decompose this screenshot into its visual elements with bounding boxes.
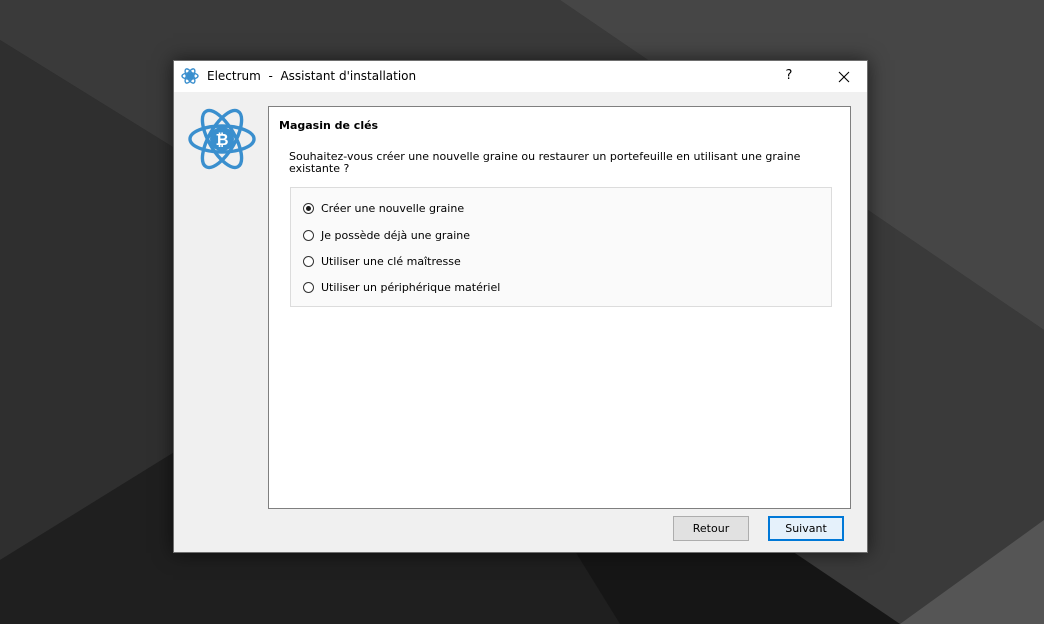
help-button[interactable]: ?	[772, 61, 806, 92]
electrum-logo-icon: ₿	[188, 108, 256, 170]
option-label: Utiliser une clé maîtresse	[321, 254, 461, 268]
back-button[interactable]: Retour	[673, 516, 749, 541]
svg-text:₿: ₿	[215, 130, 228, 149]
title-bar[interactable]: Electrum - Assistant d'installation ?	[174, 61, 867, 92]
window-title: Electrum - Assistant d'installation	[207, 69, 416, 83]
electrum-app-icon	[181, 68, 199, 84]
option-master-key[interactable]: Utiliser une clé maîtresse	[303, 252, 461, 270]
page-title: Magasin de clés	[279, 119, 379, 132]
option-label: Je possède déjà une graine	[321, 228, 470, 242]
radio-button-selected[interactable]	[303, 202, 314, 214]
wallet-creation-question: Souhaitez-vous créer une nouvelle graine…	[289, 150, 801, 175]
wizard-content-panel: Magasin de clés Souhaitez-vous créer une…	[268, 106, 851, 509]
close-button[interactable]	[821, 61, 867, 92]
option-label: Utiliser un périphérique matériel	[321, 280, 501, 294]
keystore-options-group: Créer une nouvelle graine Je possède déj…	[290, 187, 832, 307]
radio-button[interactable]	[303, 229, 314, 241]
option-existing-seed[interactable]: Je possède déjà une graine	[303, 226, 470, 244]
radio-button[interactable]	[303, 255, 314, 267]
window-app-name: Electrum	[207, 69, 261, 83]
window-subtitle: Assistant d'installation	[280, 69, 417, 83]
close-icon	[838, 71, 850, 83]
setup-wizard-dialog: Electrum - Assistant d'installation ? ₿ …	[173, 60, 868, 553]
next-button[interactable]: Suivant	[768, 516, 844, 541]
option-label: Créer une nouvelle graine	[321, 201, 465, 215]
radio-button[interactable]	[303, 281, 314, 293]
option-hardware-device[interactable]: Utiliser un périphérique matériel	[303, 278, 500, 296]
option-create-new-seed[interactable]: Créer une nouvelle graine	[303, 199, 464, 217]
window-title-separator: -	[268, 69, 273, 83]
